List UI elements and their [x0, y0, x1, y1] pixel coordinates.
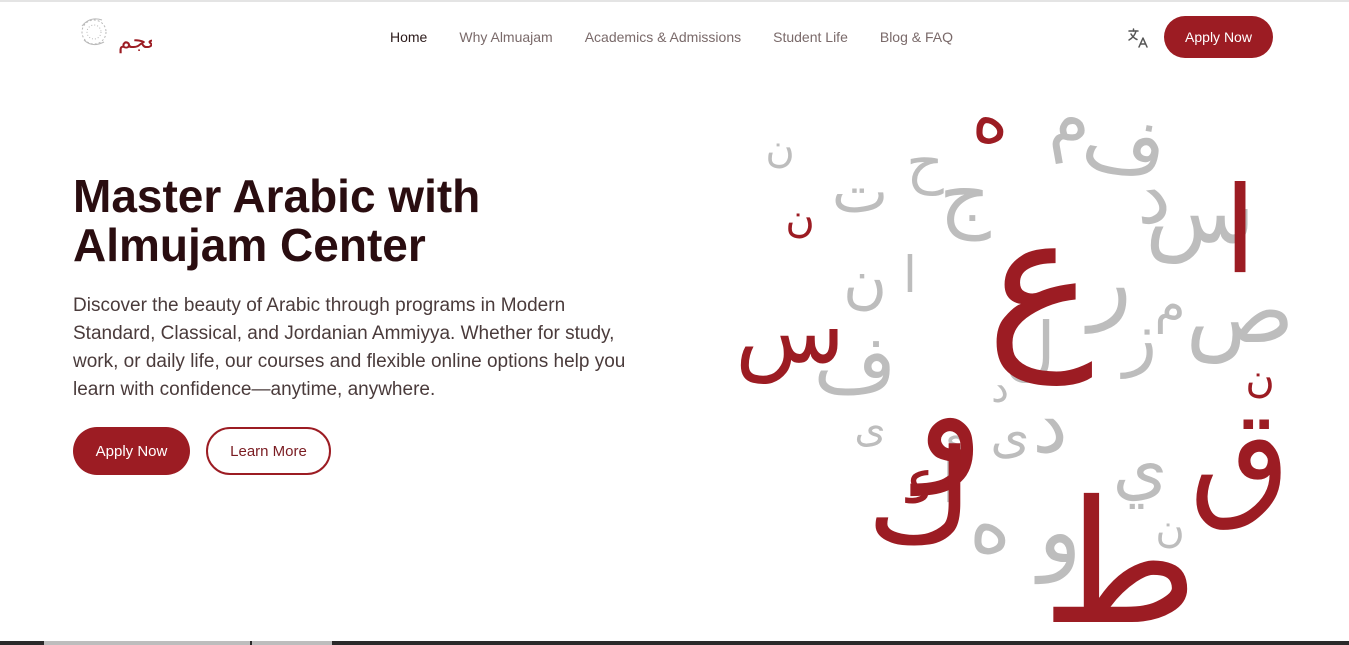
red-letter: ن	[1245, 356, 1274, 402]
grey-letter: ى	[990, 406, 1029, 464]
grey-letter: ز	[1120, 297, 1157, 379]
grey-letter: م	[1155, 276, 1186, 334]
header-apply-now-button[interactable]: Apply Now	[1164, 16, 1273, 58]
nav-blog-faq[interactable]: Blog & FAQ	[880, 28, 953, 46]
bottom-scroll-bar	[0, 641, 1349, 645]
grey-letter: د	[1032, 378, 1068, 471]
red-letter: ن	[785, 196, 814, 242]
red-letter: ع	[986, 176, 1093, 386]
red-letter: ك	[866, 421, 973, 573]
hero-title: Master Arabic with Almujam Center	[73, 172, 633, 270]
nav-student-life[interactable]: Student Life	[773, 28, 848, 46]
hero-description: Discover the beauty of Arabic through pr…	[73, 292, 643, 404]
apply-now-button[interactable]: Apply Now	[73, 427, 190, 475]
translate-icon[interactable]	[1126, 26, 1150, 50]
arabic-letters-illustration: مفدسجحتنرزصمافنلديدىهوانىى عوكطقساهنن	[700, 72, 1290, 628]
grey-letter: ا	[903, 246, 917, 304]
nav-home[interactable]: Home	[390, 28, 427, 46]
site-header: المعجم Home Why Almuajam Academics & Adm…	[0, 0, 1349, 74]
grey-letter: ن	[843, 247, 887, 317]
red-letter: ا	[1223, 162, 1256, 301]
grey-letter: ت	[832, 157, 888, 227]
hero-title-line2: Almujam Center	[73, 219, 426, 271]
hero-title-line1: Master Arabic with	[73, 170, 480, 222]
grey-letter: ن	[765, 126, 794, 172]
red-letter: س	[735, 279, 845, 384]
red-letter: ق	[1190, 381, 1290, 533]
logo[interactable]: المعجم	[72, 10, 152, 64]
almujam-logo-icon: المعجم	[72, 10, 152, 64]
red-letter: ط	[1041, 465, 1198, 628]
grey-letter: ح	[906, 128, 944, 196]
learn-more-button[interactable]: Learn More	[206, 427, 331, 475]
red-letter: ه	[972, 77, 1009, 159]
nav-academics-admissions[interactable]: Academics & Admissions	[585, 28, 741, 46]
grey-letter: ج	[939, 148, 991, 242]
nav-why-almuajam[interactable]: Why Almuajam	[459, 28, 552, 46]
logo-wordmark: المعجم	[118, 29, 152, 54]
main-nav: Home Why Almuajam Academics & Admissions…	[390, 28, 985, 46]
